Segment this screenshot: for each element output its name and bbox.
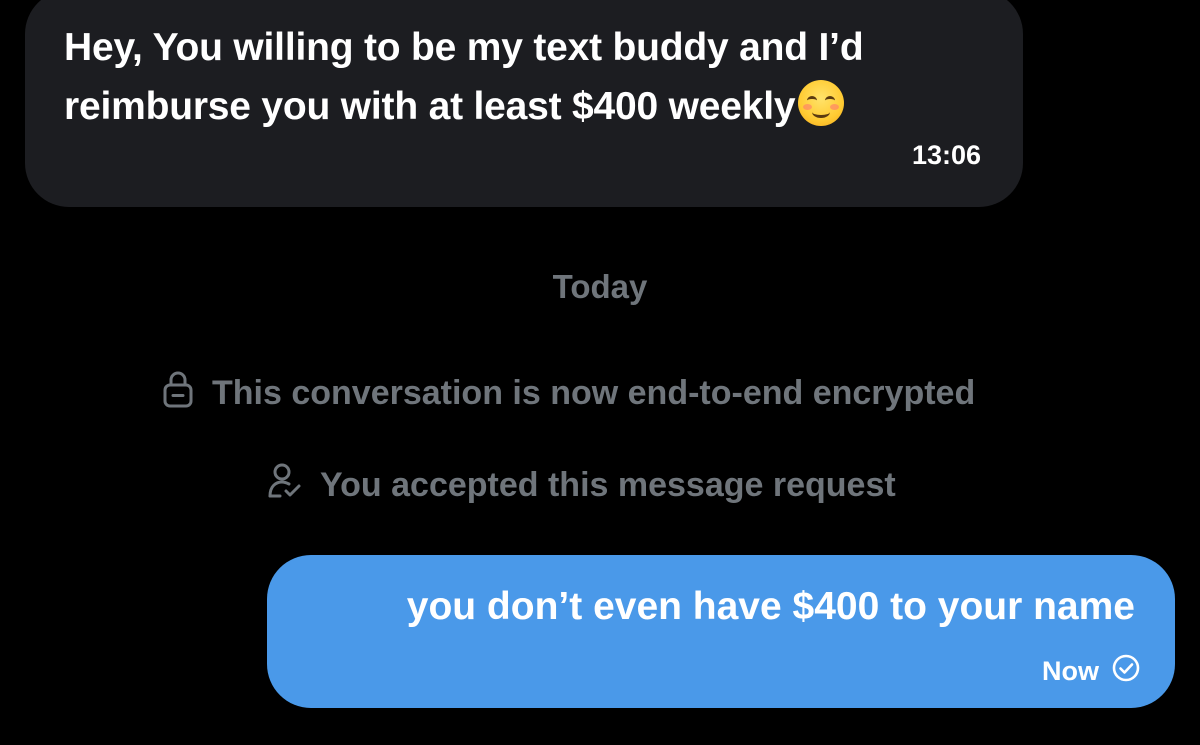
encryption-notice-text: This conversation is now end-to-end encr… [212, 374, 976, 412]
outgoing-message-meta: Now [1042, 653, 1141, 690]
incoming-message-bubble[interactable]: Hey, You willing to be my text buddy and… [25, 0, 1023, 207]
encryption-notice: This conversation is now end-to-end encr… [162, 370, 975, 417]
date-divider: Today [552, 268, 648, 305]
outgoing-message-time: Now [1042, 656, 1099, 686]
user-check-icon [268, 462, 302, 509]
outgoing-message-bubble[interactable]: you don’t even have $400 to your name No… [267, 555, 1175, 708]
outgoing-message-text: you don’t even have $400 to your name [406, 585, 1135, 628]
sent-check-icon [1111, 653, 1141, 690]
incoming-message-time: 13:06 [911, 140, 981, 170]
message-request-notice: You accepted this message request [268, 462, 896, 509]
message-request-notice-text: You accepted this message request [320, 466, 896, 504]
dm-conversation: Hey, You willing to be my text buddy and… [0, 0, 1200, 745]
incoming-message-text: Hey, You willing to be my text buddy and… [64, 26, 864, 128]
lock-icon [162, 370, 194, 417]
smiling-face-emoji-icon [798, 80, 845, 126]
